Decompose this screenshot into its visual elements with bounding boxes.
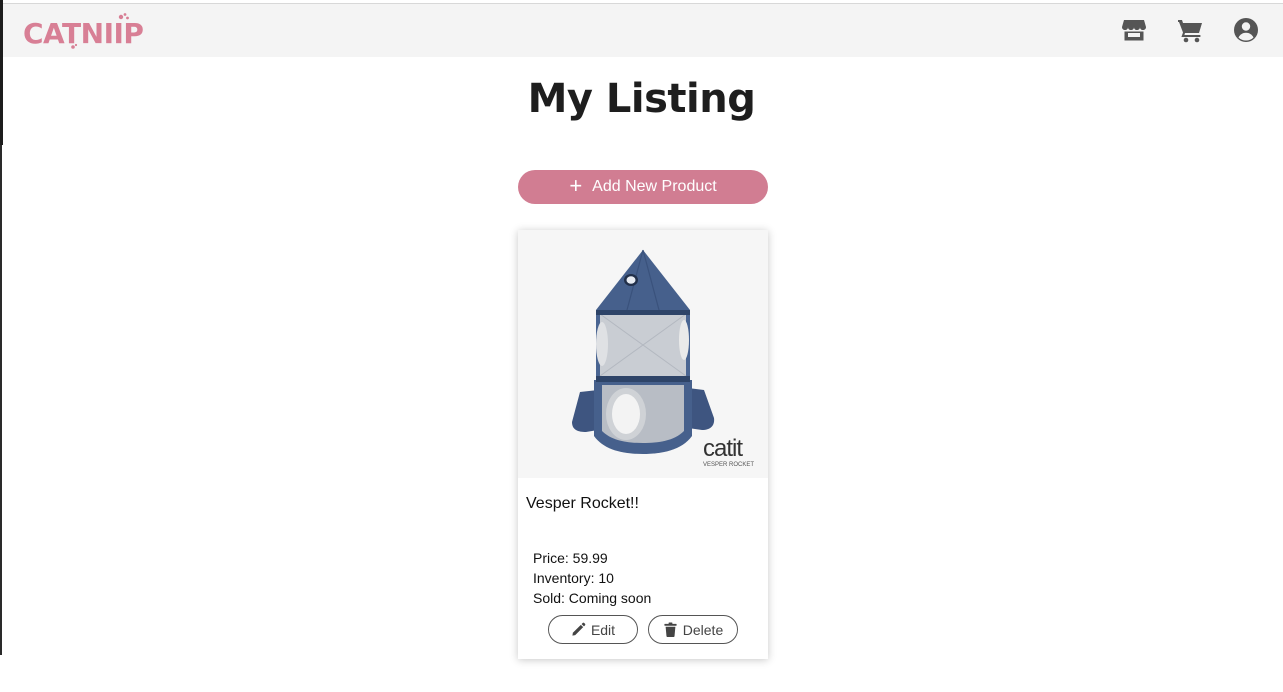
catniip-logo[interactable]: CATNIIP	[21, 8, 169, 54]
image-caption-text: VESPER ROCKET	[703, 462, 754, 468]
top-navbar: CATNIIP	[3, 3, 1283, 57]
product-inventory: Inventory: 10	[533, 570, 614, 586]
product-price: Price: 59.99	[533, 550, 608, 566]
product-name: Vesper Rocket!!	[526, 495, 639, 512]
delete-button[interactable]: Delete	[648, 615, 738, 644]
edit-button[interactable]: Edit	[548, 615, 638, 644]
window-edge	[0, 145, 2, 655]
add-new-product-button[interactable]: + Add New Product	[518, 170, 768, 204]
product-card: catit VESPER ROCKET Vesper Rocket!! Pric…	[518, 230, 768, 659]
cart-icon[interactable]	[1176, 16, 1204, 44]
add-new-product-label: Add New Product	[592, 178, 717, 195]
image-brand-text: catit	[703, 435, 743, 462]
logo-text: CATNIIP	[23, 17, 143, 50]
edit-label: Edit	[590, 621, 616, 638]
plus-icon: +	[569, 173, 583, 198]
page-title: My Listing	[527, 76, 756, 122]
trash-icon	[664, 622, 677, 637]
store-icon[interactable]	[1120, 16, 1148, 44]
product-image: catit VESPER ROCKET	[518, 230, 768, 478]
pencil-icon	[572, 622, 586, 636]
delete-label: Delete	[682, 621, 724, 638]
account-icon[interactable]	[1232, 16, 1260, 44]
product-sold: Sold: Coming soon	[533, 590, 652, 606]
